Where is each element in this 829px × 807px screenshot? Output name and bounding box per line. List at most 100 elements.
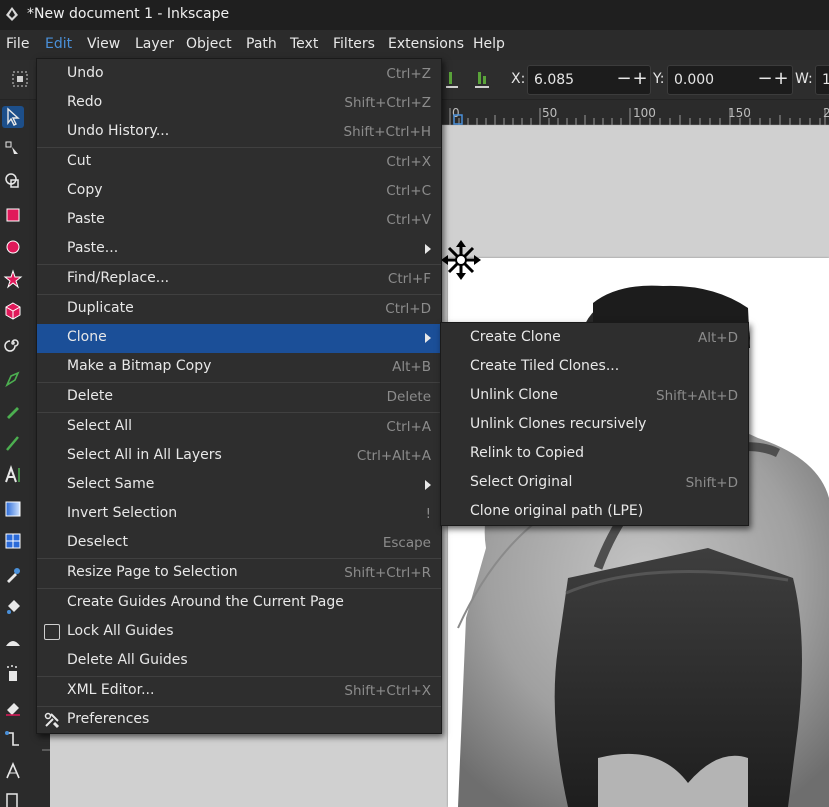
menu-item-paste-submenu[interactable]: Paste... xyxy=(37,235,441,264)
tweak-tool[interactable] xyxy=(2,630,24,652)
menu-item-undo[interactable]: Undo Ctrl+Z xyxy=(37,60,441,89)
menu-item-duplicate[interactable]: Duplicate Ctrl+D xyxy=(37,295,441,324)
y-increment-button[interactable]: + xyxy=(773,69,789,89)
menu-item-undo-history[interactable]: Undo History... Shift+Ctrl+H xyxy=(37,118,441,147)
align-bottom-icon[interactable] xyxy=(474,70,490,90)
3d-box-tool[interactable] xyxy=(2,300,24,322)
spiral-tool[interactable] xyxy=(2,332,24,354)
menu-item-shortcut: Shift+Ctrl+X xyxy=(344,683,431,699)
menu-item-select-all-layers[interactable]: Select All in All Layers Ctrl+Alt+A xyxy=(37,442,441,471)
menu-layer[interactable]: Layer xyxy=(135,36,174,52)
menu-item-redo[interactable]: Redo Shift+Ctrl+Z xyxy=(37,89,441,118)
rectangle-tool[interactable] xyxy=(2,204,24,226)
menu-help[interactable]: Help xyxy=(473,36,505,52)
ellipse-tool[interactable] xyxy=(2,236,24,258)
shape-builder-tool[interactable] xyxy=(2,170,24,192)
menu-item-shortcut: Delete xyxy=(386,389,431,405)
gradient-tool[interactable] xyxy=(2,498,24,520)
menu-item-select-same[interactable]: Select Same xyxy=(37,471,441,500)
menu-item-shortcut: Ctrl+F xyxy=(387,271,431,287)
menu-item-select-original[interactable]: Select Original Shift+D xyxy=(441,469,748,498)
measure-tool[interactable] xyxy=(2,760,24,782)
menu-item-shortcut: Shift+D xyxy=(685,475,738,491)
gradient-icon xyxy=(5,501,21,517)
menu-item-label: Select Same xyxy=(67,476,155,492)
menu-item-label: Find/Replace... xyxy=(67,270,170,286)
menu-filters[interactable]: Filters xyxy=(333,36,375,52)
menu-text[interactable]: Text xyxy=(290,36,318,52)
ruler-label-150: 150 xyxy=(728,106,751,120)
menu-item-relink-copied[interactable]: Relink to Copied xyxy=(441,440,748,469)
menu-item-label: Clone xyxy=(67,329,107,345)
connector-tool[interactable] xyxy=(2,728,24,750)
menu-view[interactable]: View xyxy=(87,36,120,52)
menu-edit[interactable]: Edit xyxy=(45,36,72,52)
menu-item-label: Select Original xyxy=(470,474,573,490)
menu-item-label: Make a Bitmap Copy xyxy=(67,358,212,374)
menu-item-delete[interactable]: Delete Delete xyxy=(37,383,441,412)
menu-item-cut[interactable]: Cut Ctrl+X xyxy=(37,148,441,177)
menu-item-delete-guides[interactable]: Delete All Guides xyxy=(37,647,441,676)
menu-item-shortcut: Shift+Alt+D xyxy=(656,388,738,404)
menu-object[interactable]: Object xyxy=(186,36,232,52)
pencil-tool[interactable] xyxy=(2,400,24,422)
menu-extensions[interactable]: Extensions xyxy=(388,36,464,52)
node-tool[interactable] xyxy=(2,138,24,160)
menu-item-deselect[interactable]: Deselect Escape xyxy=(37,529,441,558)
menu-path[interactable]: Path xyxy=(246,36,277,52)
lock-guides-checkbox[interactable] xyxy=(44,624,60,640)
spray-icon xyxy=(7,665,17,681)
spray-tool[interactable] xyxy=(2,662,24,684)
text-icon xyxy=(5,465,20,483)
spiral-icon xyxy=(4,339,19,352)
x-increment-button[interactable]: + xyxy=(632,69,648,89)
menu-item-shortcut: Ctrl+D xyxy=(385,301,431,317)
pen-icon xyxy=(5,371,20,388)
star-tool[interactable] xyxy=(2,268,24,290)
selector-tool[interactable] xyxy=(2,106,24,128)
zoom-tool[interactable] xyxy=(2,790,24,807)
menu-item-label: Clone original path (LPE) xyxy=(470,503,644,519)
menu-item-unlink-clones-recursive[interactable]: Unlink Clones recursively xyxy=(441,411,748,440)
menu-item-label: Cut xyxy=(67,153,92,169)
menu-item-label: Paste... xyxy=(67,240,119,256)
submenu-arrow-icon xyxy=(425,333,431,343)
w-field[interactable]: 1 xyxy=(815,65,829,95)
eraser-tool[interactable] xyxy=(2,696,24,718)
menu-item-label: Duplicate xyxy=(67,300,134,316)
menu-item-xml-editor[interactable]: XML Editor... Shift+Ctrl+X xyxy=(37,677,441,706)
dropper-tool[interactable] xyxy=(2,564,24,586)
menu-item-clone-original-path[interactable]: Clone original path (LPE) xyxy=(441,498,748,527)
menu-item-create-guides[interactable]: Create Guides Around the Current Page xyxy=(37,589,441,618)
menu-item-create-clone[interactable]: Create Clone Alt+D xyxy=(441,324,748,353)
menu-item-copy[interactable]: Copy Ctrl+C xyxy=(37,177,441,206)
x-decrement-button[interactable]: − xyxy=(616,69,632,89)
calligraphy-tool[interactable] xyxy=(2,432,24,454)
pen-tool[interactable] xyxy=(2,368,24,390)
mesh-tool[interactable] xyxy=(2,530,24,552)
menu-item-select-all[interactable]: Select All Ctrl+A xyxy=(37,413,441,442)
menu-item-resize-page[interactable]: Resize Page to Selection Shift+Ctrl+R xyxy=(37,559,441,588)
selector-arrow-icon xyxy=(7,107,20,126)
menu-item-unlink-clone[interactable]: Unlink Clone Shift+Alt+D xyxy=(441,382,748,411)
tweak-icon xyxy=(6,641,20,646)
text-tool[interactable] xyxy=(2,464,24,486)
menu-item-label: Create Tiled Clones... xyxy=(470,358,620,374)
menu-item-label: Create Guides Around the Current Page xyxy=(67,594,344,610)
menu-item-invert-selection[interactable]: Invert Selection! xyxy=(37,500,441,529)
ruler-ticks: 0 50 100 150 2 xyxy=(449,106,829,125)
menu-file[interactable]: File xyxy=(6,36,29,52)
menu-item-bitmap-copy[interactable]: Make a Bitmap Copy Alt+B xyxy=(37,353,441,382)
menu-item-paste[interactable]: Paste Ctrl+V xyxy=(37,206,441,235)
align-icon[interactable] xyxy=(446,70,458,90)
menu-item-create-tiled-clones[interactable]: Create Tiled Clones... xyxy=(441,353,748,382)
menu-item-lock-guides[interactable]: Lock All Guides xyxy=(37,618,441,647)
menu-item-preferences[interactable]: Preferences xyxy=(37,706,441,735)
menu-item-clone[interactable]: Clone xyxy=(37,324,441,353)
title-bar: *New document 1 - Inkscape xyxy=(0,0,829,30)
rotation-center-icon[interactable] xyxy=(441,240,481,280)
y-decrement-button[interactable]: − xyxy=(757,69,773,89)
select-all-icon[interactable] xyxy=(11,70,29,88)
menu-item-find-replace[interactable]: Find/Replace... Ctrl+F xyxy=(37,265,441,294)
paint-bucket-tool[interactable] xyxy=(2,596,24,618)
